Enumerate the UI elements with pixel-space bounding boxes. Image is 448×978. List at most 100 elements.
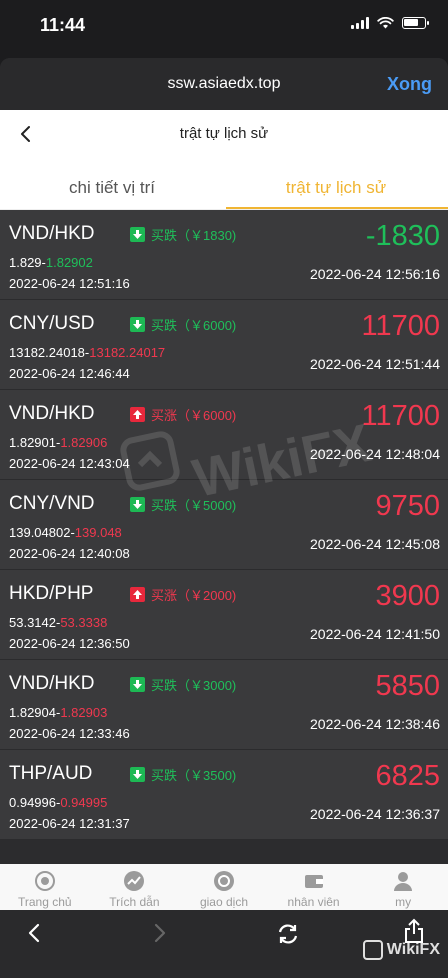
tabbar-item-staff[interactable]: nhân viên (269, 864, 359, 912)
close-time: 2022-06-24 12:45:08 (310, 536, 440, 552)
profit-loss: 3900 (375, 580, 440, 612)
battery-icon (402, 17, 429, 29)
price-range: 1.829-1.82902 (9, 255, 93, 270)
tabbar-item-home[interactable]: Trang chủ (0, 864, 90, 912)
profit-loss: 11700 (361, 400, 441, 432)
price-range: 0.94996-0.94995 (9, 795, 107, 810)
direction-label: 买涨（￥6000) (151, 408, 237, 423)
profit-loss: 9750 (375, 490, 440, 522)
tabbar-item-quotes[interactable]: Trích dẫn (90, 864, 180, 912)
cellular-signal-icon (351, 17, 369, 29)
profit-loss: 6825 (375, 760, 440, 792)
tab-bar: chi tiết vị trí trật tự lịch sử (0, 158, 448, 210)
open-time: 2022-06-24 12:36:50 (9, 636, 130, 651)
close-time: 2022-06-24 12:56:16 (310, 266, 440, 282)
url-label: ssw.asiaedx.top (167, 75, 281, 92)
status-icons (351, 17, 429, 29)
wifi-icon (377, 17, 394, 29)
open-price: 0.94996- (9, 795, 61, 810)
open-time: 2022-06-24 12:40:08 (9, 546, 130, 561)
order-row[interactable]: VND/HKD 买涨（￥6000) 1.82901-1.82906 2022-06-2… (0, 390, 448, 480)
profit-loss: 5850 (375, 670, 440, 702)
order-list: VND/HKD 买跌（￥1830) 1.829-1.82902 2022-06-24 … (0, 210, 448, 840)
open-price: 139.04802- (9, 525, 75, 540)
open-price: 1.829- (9, 255, 46, 270)
currency-pair: CNY/VND (9, 493, 95, 514)
price-range: 1.82901-1.82906 (9, 435, 107, 450)
direction-tag: 买涨（￥2000) (130, 585, 236, 604)
app-header: trật tự lịch sử (0, 110, 448, 158)
profit-loss: 11700 (361, 310, 441, 342)
direction-label: 买跌（￥6000) (151, 318, 237, 333)
close-price: 0.94995 (60, 795, 108, 810)
open-price: 13182.24018- (9, 345, 90, 360)
browser-bar: ssw.asiaedx.top Xong (0, 58, 448, 110)
price-range: 139.04802-139.048 (9, 525, 122, 540)
tab-position-details[interactable]: chi tiết vị trí (0, 158, 224, 209)
direction-tag: 买跌（￥1830) (130, 225, 236, 244)
wallet-icon (304, 875, 323, 888)
corner-logo-text: WikiFX (386, 941, 440, 958)
browser-nav-bar: WikiFX (0, 910, 448, 978)
user-icon (394, 872, 413, 891)
currency-pair: VND/HKD (9, 673, 95, 694)
tabbar-item-my[interactable]: my (358, 864, 448, 912)
open-price: 1.82904- (9, 705, 61, 720)
arrow-down-icon (130, 677, 145, 692)
direction-label: 买涨（￥2000) (151, 588, 237, 603)
tabbar-label: my (395, 895, 412, 909)
close-price: 1.82903 (60, 705, 108, 720)
tabbar-item-trade[interactable]: giao dịch (179, 864, 269, 912)
order-row[interactable]: THP/AUD 买跌（￥3500) 0.94996-0.94995 2022-06-2… (0, 750, 448, 840)
close-time: 2022-06-24 12:41:50 (310, 626, 440, 642)
active-tab-indicator (226, 207, 448, 209)
direction-label: 买跌（￥1830) (151, 228, 237, 243)
currency-pair: THP/AUD (9, 763, 93, 784)
close-price: 1.82902 (45, 255, 93, 270)
direction-tag: 买跌（￥3500) (130, 765, 236, 784)
price-range: 53.3142-53.3338 (9, 615, 107, 630)
reload-icon[interactable] (276, 922, 300, 946)
price-range: 13182.24018-13182.24017 (9, 345, 165, 360)
open-price: 53.3142- (9, 615, 61, 630)
browser-sheet: ssw.asiaedx.top Xong trật tự lịch sử chi… (0, 58, 448, 978)
open-time: 2022-06-24 12:51:16 (9, 276, 130, 291)
tabbar-label: nhân viên (287, 895, 340, 909)
currency-pair: CNY/USD (9, 313, 95, 334)
done-button[interactable]: Xong (387, 74, 432, 95)
corner-logo: WikiFX (362, 940, 440, 960)
open-price: 1.82901- (9, 435, 61, 450)
close-price: 13182.24017 (89, 345, 166, 360)
open-time: 2022-06-24 12:43:04 (9, 456, 130, 471)
direction-tag: 买涨（￥6000) (130, 405, 236, 424)
order-row[interactable]: VND/HKD 买跌（￥3000) 1.82904-1.82903 2022-06-2… (0, 660, 448, 750)
nav-forward-icon[interactable] (152, 922, 168, 944)
order-row[interactable]: VND/HKD 买跌（￥1830) 1.829-1.82902 2022-06-24 … (0, 210, 448, 300)
close-price: 139.048 (74, 525, 122, 540)
status-bar: 11:44 (0, 0, 448, 58)
direction-tag: 买跌（￥3000) (130, 675, 236, 694)
close-time: 2022-06-24 12:36:37 (310, 806, 440, 822)
quote-chart-icon (124, 871, 145, 891)
currency-pair: VND/HKD (9, 223, 95, 244)
open-time: 2022-06-24 12:31:37 (9, 816, 130, 831)
direction-label: 买跌（￥3000) (151, 678, 237, 693)
order-row[interactable]: CNY/VND 买跌（￥5000) 139.04802-139.048 2022-06… (0, 480, 448, 570)
currency-pair: HKD/PHP (9, 583, 94, 604)
open-time: 2022-06-24 12:46:44 (9, 366, 130, 381)
arrow-up-icon (130, 587, 145, 602)
currency-pair: VND/HKD (9, 403, 95, 424)
arrow-up-icon (130, 407, 145, 422)
close-time: 2022-06-24 12:48:04 (310, 446, 440, 462)
order-row[interactable]: HKD/PHP 买涨（￥2000) 53.3142-53.3338 2022-06-2… (0, 570, 448, 660)
profit-loss: -1830 (365, 220, 440, 252)
tabbar-label: Trích dẫn (109, 895, 160, 909)
wikifx-logo-icon (362, 940, 383, 960)
direction-label: 买跌（￥5000) (151, 498, 237, 513)
nav-back-icon[interactable] (26, 922, 42, 944)
order-row[interactable]: CNY/USD 买跌（￥6000) 13182.24018-13182.24017 2… (0, 300, 448, 390)
arrow-down-icon (130, 227, 145, 242)
page-title: trật tự lịch sử (179, 125, 269, 142)
tab-order-history[interactable]: trật tự lịch sử (224, 158, 448, 209)
close-time: 2022-06-24 12:38:46 (310, 716, 440, 732)
